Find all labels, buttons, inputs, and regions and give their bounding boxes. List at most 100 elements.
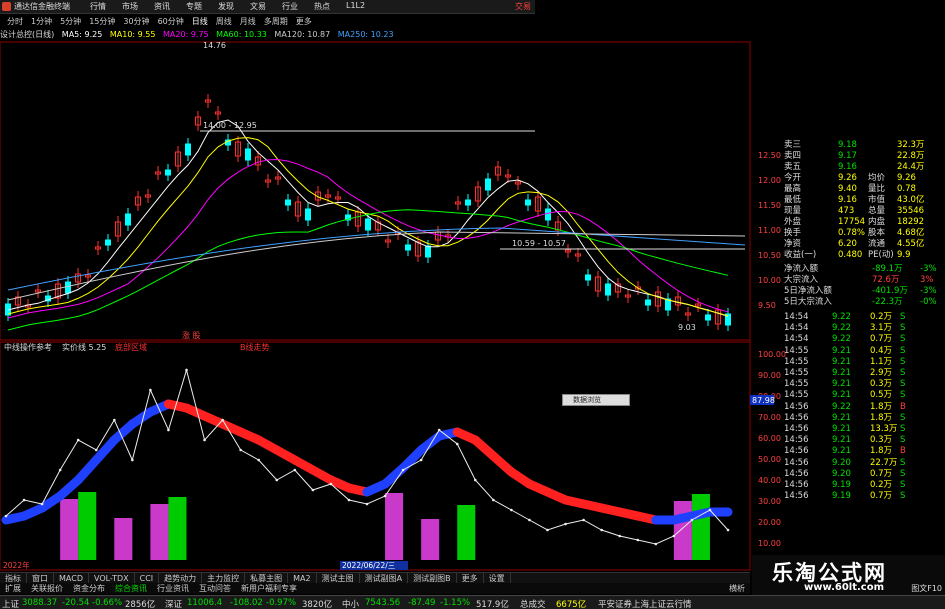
tick-row[interactable]: 14:56 9.19 0.7万 S	[752, 491, 942, 502]
flow-row[interactable]: 大宗流入 72.6万 3%	[752, 275, 942, 286]
indicator-tab[interactable]: 测试副图A	[360, 573, 409, 583]
trade-button[interactable]: 交易	[515, 1, 531, 12]
tick-row[interactable]: 14:56 9.20 0.7万 S	[752, 469, 942, 480]
menu-item[interactable]: 行情	[90, 1, 106, 12]
tick-row[interactable]: 14:55 9.21 0.3万 S	[752, 379, 942, 390]
menu-item[interactable]: 专题	[186, 1, 202, 12]
menu-item[interactable]: 市场	[122, 1, 138, 12]
flow-row[interactable]: 5日净流入额 -401.9万 -3%	[752, 286, 942, 297]
tick-price: 9.22	[832, 323, 851, 334]
tick-row[interactable]: 14:56 9.19 0.2万 S	[752, 480, 942, 491]
horizontal-button[interactable]: 横析	[724, 583, 750, 594]
candle-body	[365, 218, 371, 231]
sh-amount: 2856亿	[125, 600, 156, 609]
quote-row[interactable]: 收益(一) 0.480 PE(动) 9.9	[752, 250, 942, 261]
indicator-tab[interactable]: 趋势动力	[159, 573, 203, 583]
flow-row[interactable]: 5日大宗流入 -22.3万 -0%	[752, 297, 942, 308]
tick-row[interactable]: 14:55 9.21 2.9万 S	[752, 368, 942, 379]
indicator-tab[interactable]: 更多	[457, 573, 484, 583]
tick-row[interactable]: 14:56 9.21 0.3万 S	[752, 435, 942, 446]
indicator-tab[interactable]: 主力监控	[202, 573, 246, 583]
flow-value: -22.3万	[872, 297, 903, 307]
extension-tab[interactable]: 资金分布	[68, 583, 110, 594]
tick-row[interactable]: 14:55 9.21 0.4万 S	[752, 346, 942, 357]
server-name[interactable]: 平安证券上海上证云行情	[598, 598, 692, 609]
period-tab[interactable]: 15分钟	[86, 15, 118, 28]
f10-button[interactable]: 图文F10	[752, 583, 942, 594]
extension-tab[interactable]: 行业资讯	[152, 583, 194, 594]
price-point	[167, 428, 170, 432]
price-point	[510, 508, 513, 512]
quote-row[interactable]: 卖四 9.17 22.8万	[752, 151, 942, 162]
indicator-tab[interactable]: 测试主图	[317, 573, 360, 583]
tick-price: 9.22	[832, 401, 851, 412]
data-browse-popup[interactable]: 数据浏览	[562, 394, 630, 406]
menu-item[interactable]: L1L2	[346, 1, 365, 12]
period-tab[interactable]: 分时	[4, 15, 26, 28]
quote-row[interactable]: 净资 6.20 流通 4.55亿	[752, 239, 942, 250]
indicator-tab[interactable]: MACD	[54, 573, 89, 583]
quote-label: 收益(一)	[784, 250, 817, 260]
tick-time: 14:56	[784, 457, 809, 468]
quote-value-2: 4.68亿	[897, 228, 925, 238]
quote-row[interactable]: 今开 9.26 均价 9.26	[752, 173, 942, 184]
tick-row[interactable]: 14:54 9.22 0.2万 S	[752, 312, 942, 323]
menu-item[interactable]: 行业	[282, 1, 298, 12]
price-point	[654, 542, 658, 546]
extension-tab[interactable]: 互动问答	[194, 583, 236, 594]
menu-item[interactable]: 热点	[314, 1, 330, 12]
indicator-tab[interactable]: 设置	[484, 573, 511, 583]
menu-item[interactable]: 资讯	[154, 1, 170, 12]
quote-row[interactable]: 换手 0.78% 股本 4.68亿	[752, 228, 942, 239]
quote-row[interactable]: 卖三 9.18 32.3万	[752, 140, 942, 151]
period-tab-active[interactable]: 日线	[189, 15, 211, 28]
tick-row[interactable]: 14:55 9.21 1.1万 S	[752, 357, 942, 368]
quote-row[interactable]: 最低 9.16 市值 43.0亿	[752, 195, 942, 206]
indicator-tab[interactable]: 私募主图	[245, 573, 289, 583]
flow-label: 净流入额	[784, 264, 819, 274]
extension-tab[interactable]: 扩展	[0, 583, 26, 594]
tick-row[interactable]: 14:56 9.21 13.3万 S	[752, 424, 942, 435]
tick-volume: 1.8万	[870, 401, 893, 412]
period-tab[interactable]: 月线	[237, 15, 259, 28]
quote-row[interactable]: 卖五 9.16 24.4万	[752, 162, 942, 173]
indicator-tab[interactable]: 窗口	[27, 573, 54, 583]
menu-item[interactable]: 发现	[218, 1, 234, 12]
menu-item[interactable]: 文易	[250, 1, 266, 12]
price-point	[365, 502, 369, 506]
indicator-tab[interactable]: 指标	[0, 573, 27, 583]
period-tab[interactable]: 5分钟	[57, 15, 84, 28]
period-tab[interactable]: 30分钟	[120, 15, 152, 28]
tick-row[interactable]: 14:54 9.22 3.1万 S	[752, 323, 942, 334]
tick-row[interactable]: 14:55 9.21 0.5万 S	[752, 390, 942, 401]
tick-row[interactable]: 14:56 9.20 22.7万 S	[752, 458, 942, 469]
candle-body	[285, 199, 291, 206]
tick-price: 9.21	[832, 379, 851, 390]
tick-volume: 22.7万	[870, 457, 898, 468]
tick-row[interactable]: 14:56 9.22 1.8万 B	[752, 402, 942, 413]
quote-row[interactable]: 外盘 17754 内盘 18292	[752, 217, 942, 228]
quote-row[interactable]: 最高 9.40 量比 0.78	[752, 184, 942, 195]
extension-tab[interactable]: 关联报价	[26, 583, 68, 594]
period-tab[interactable]: 1分钟	[28, 15, 55, 28]
indicator-tab[interactable]: VOL-TDX	[89, 573, 135, 583]
quote-row[interactable]: 现量 473 总量 35546	[752, 206, 942, 217]
period-tab[interactable]: 更多	[293, 15, 315, 28]
extension-tab[interactable]: 新用户福利专享	[236, 583, 302, 594]
period-tab[interactable]: 60分钟	[155, 15, 187, 28]
period-tab[interactable]: 多周期	[261, 15, 291, 28]
flow-value: -401.9万	[872, 286, 908, 296]
indicator-tab[interactable]: 测试副图B	[408, 573, 457, 583]
price-point	[726, 528, 730, 532]
period-tab[interactable]: 周线	[213, 15, 235, 28]
extension-tab[interactable]: 综合资讯	[110, 583, 152, 594]
candle-body	[545, 208, 551, 221]
tick-volume: 0.5万	[870, 390, 893, 401]
flow-row[interactable]: 净流入额 -89.1万 -3%	[752, 264, 942, 275]
tick-row[interactable]: 14:56 9.21 1.8万 S	[752, 413, 942, 424]
indicator-tab[interactable]: MA2	[288, 573, 317, 583]
indicator-tab[interactable]: CCI	[135, 573, 160, 583]
price-point	[690, 518, 694, 522]
tick-row[interactable]: 14:56 9.21 1.8万 B	[752, 446, 942, 457]
tick-row[interactable]: 14:54 9.22 0.7万 S	[752, 334, 942, 345]
